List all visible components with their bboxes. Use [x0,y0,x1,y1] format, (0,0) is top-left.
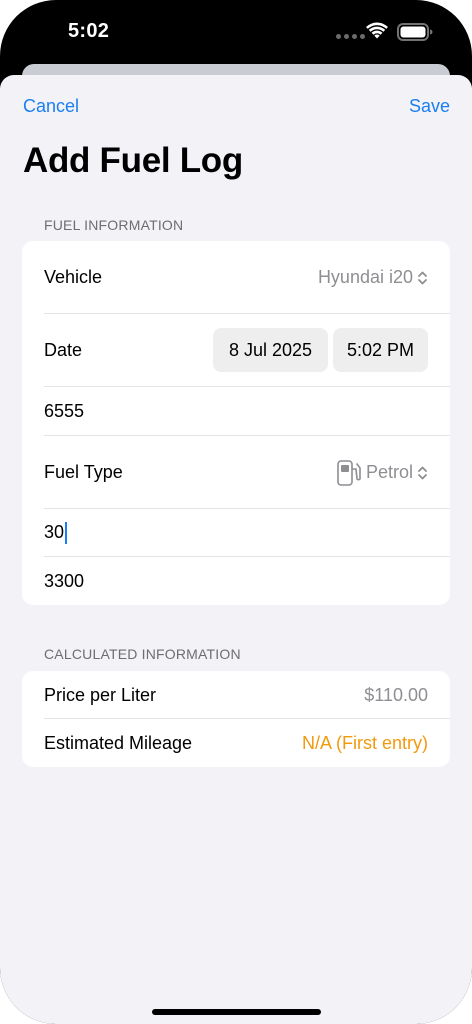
fuel-type-label: Fuel Type [44,462,123,482]
date-row: Date 8 Jul 2025 5:02 PM [22,314,450,387]
page-title: Add Fuel Log [23,141,243,180]
section-header-calculated: CALCULATED INFORMATION [44,646,241,662]
add-fuel-log-sheet: Cancel Save Add Fuel Log FUEL INFORMATIO… [0,75,472,1024]
fuel-info-card: Vehicle Hyundai i20 Date 8 Jul 2025 5:02… [22,241,450,605]
wifi-icon [366,22,388,39]
estimated-mileage-label: Estimated Mileage [44,732,193,753]
date-picker-button[interactable]: 8 Jul 2025 [213,328,328,372]
liters-input[interactable]: 30 [44,522,68,545]
home-indicator[interactable] [152,1009,321,1015]
chevron-updown-icon [418,466,427,479]
fuel-pump-icon [337,459,361,486]
estimated-mileage-row: Estimated Mileage N/A (First entry) [22,719,450,767]
calculated-info-card: Price per Liter $110.00 Estimated Mileag… [22,671,450,767]
vehicle-value: Hyundai i20 [317,267,413,287]
cellular-dots-icon [336,34,365,39]
price-per-liter-value: $110.00 [364,684,428,705]
section-header-fuel: FUEL INFORMATION [44,217,184,233]
estimated-mileage-value: N/A (First entry) [301,732,428,753]
vehicle-picker[interactable]: Hyundai i20 [318,267,428,288]
fuel-type-value: Petrol [365,462,413,482]
vehicle-row[interactable]: Vehicle Hyundai i20 [22,241,450,314]
odometer-input[interactable]: 6555 [44,401,84,422]
save-button[interactable]: Save [409,96,450,117]
odometer-row[interactable]: 6555 [22,387,450,436]
price-per-liter-label: Price per Liter [44,684,157,705]
device-frame: 5:02 Cancel Save Add Fuel Log FUEL INFOR… [0,0,472,1024]
fuel-type-picker[interactable]: Petrol [336,459,428,487]
date-label: Date [44,340,83,360]
cost-row[interactable]: 3300 [22,557,450,605]
cost-input[interactable]: 3300 [44,571,84,592]
text-cursor [65,522,68,545]
chevron-updown-icon [418,271,427,284]
fuel-type-row[interactable]: Fuel Type Petrol [22,436,450,509]
time-picker-button[interactable]: 5:02 PM [333,328,428,372]
vehicle-label: Vehicle [44,267,103,287]
battery-icon [397,23,433,41]
liters-row[interactable]: 30 [22,509,450,557]
status-time: 5:02 [68,20,110,42]
status-bar: 5:02 [0,0,472,62]
price-per-liter-row: Price per Liter $110.00 [22,671,450,719]
cancel-button[interactable]: Cancel [23,96,79,117]
